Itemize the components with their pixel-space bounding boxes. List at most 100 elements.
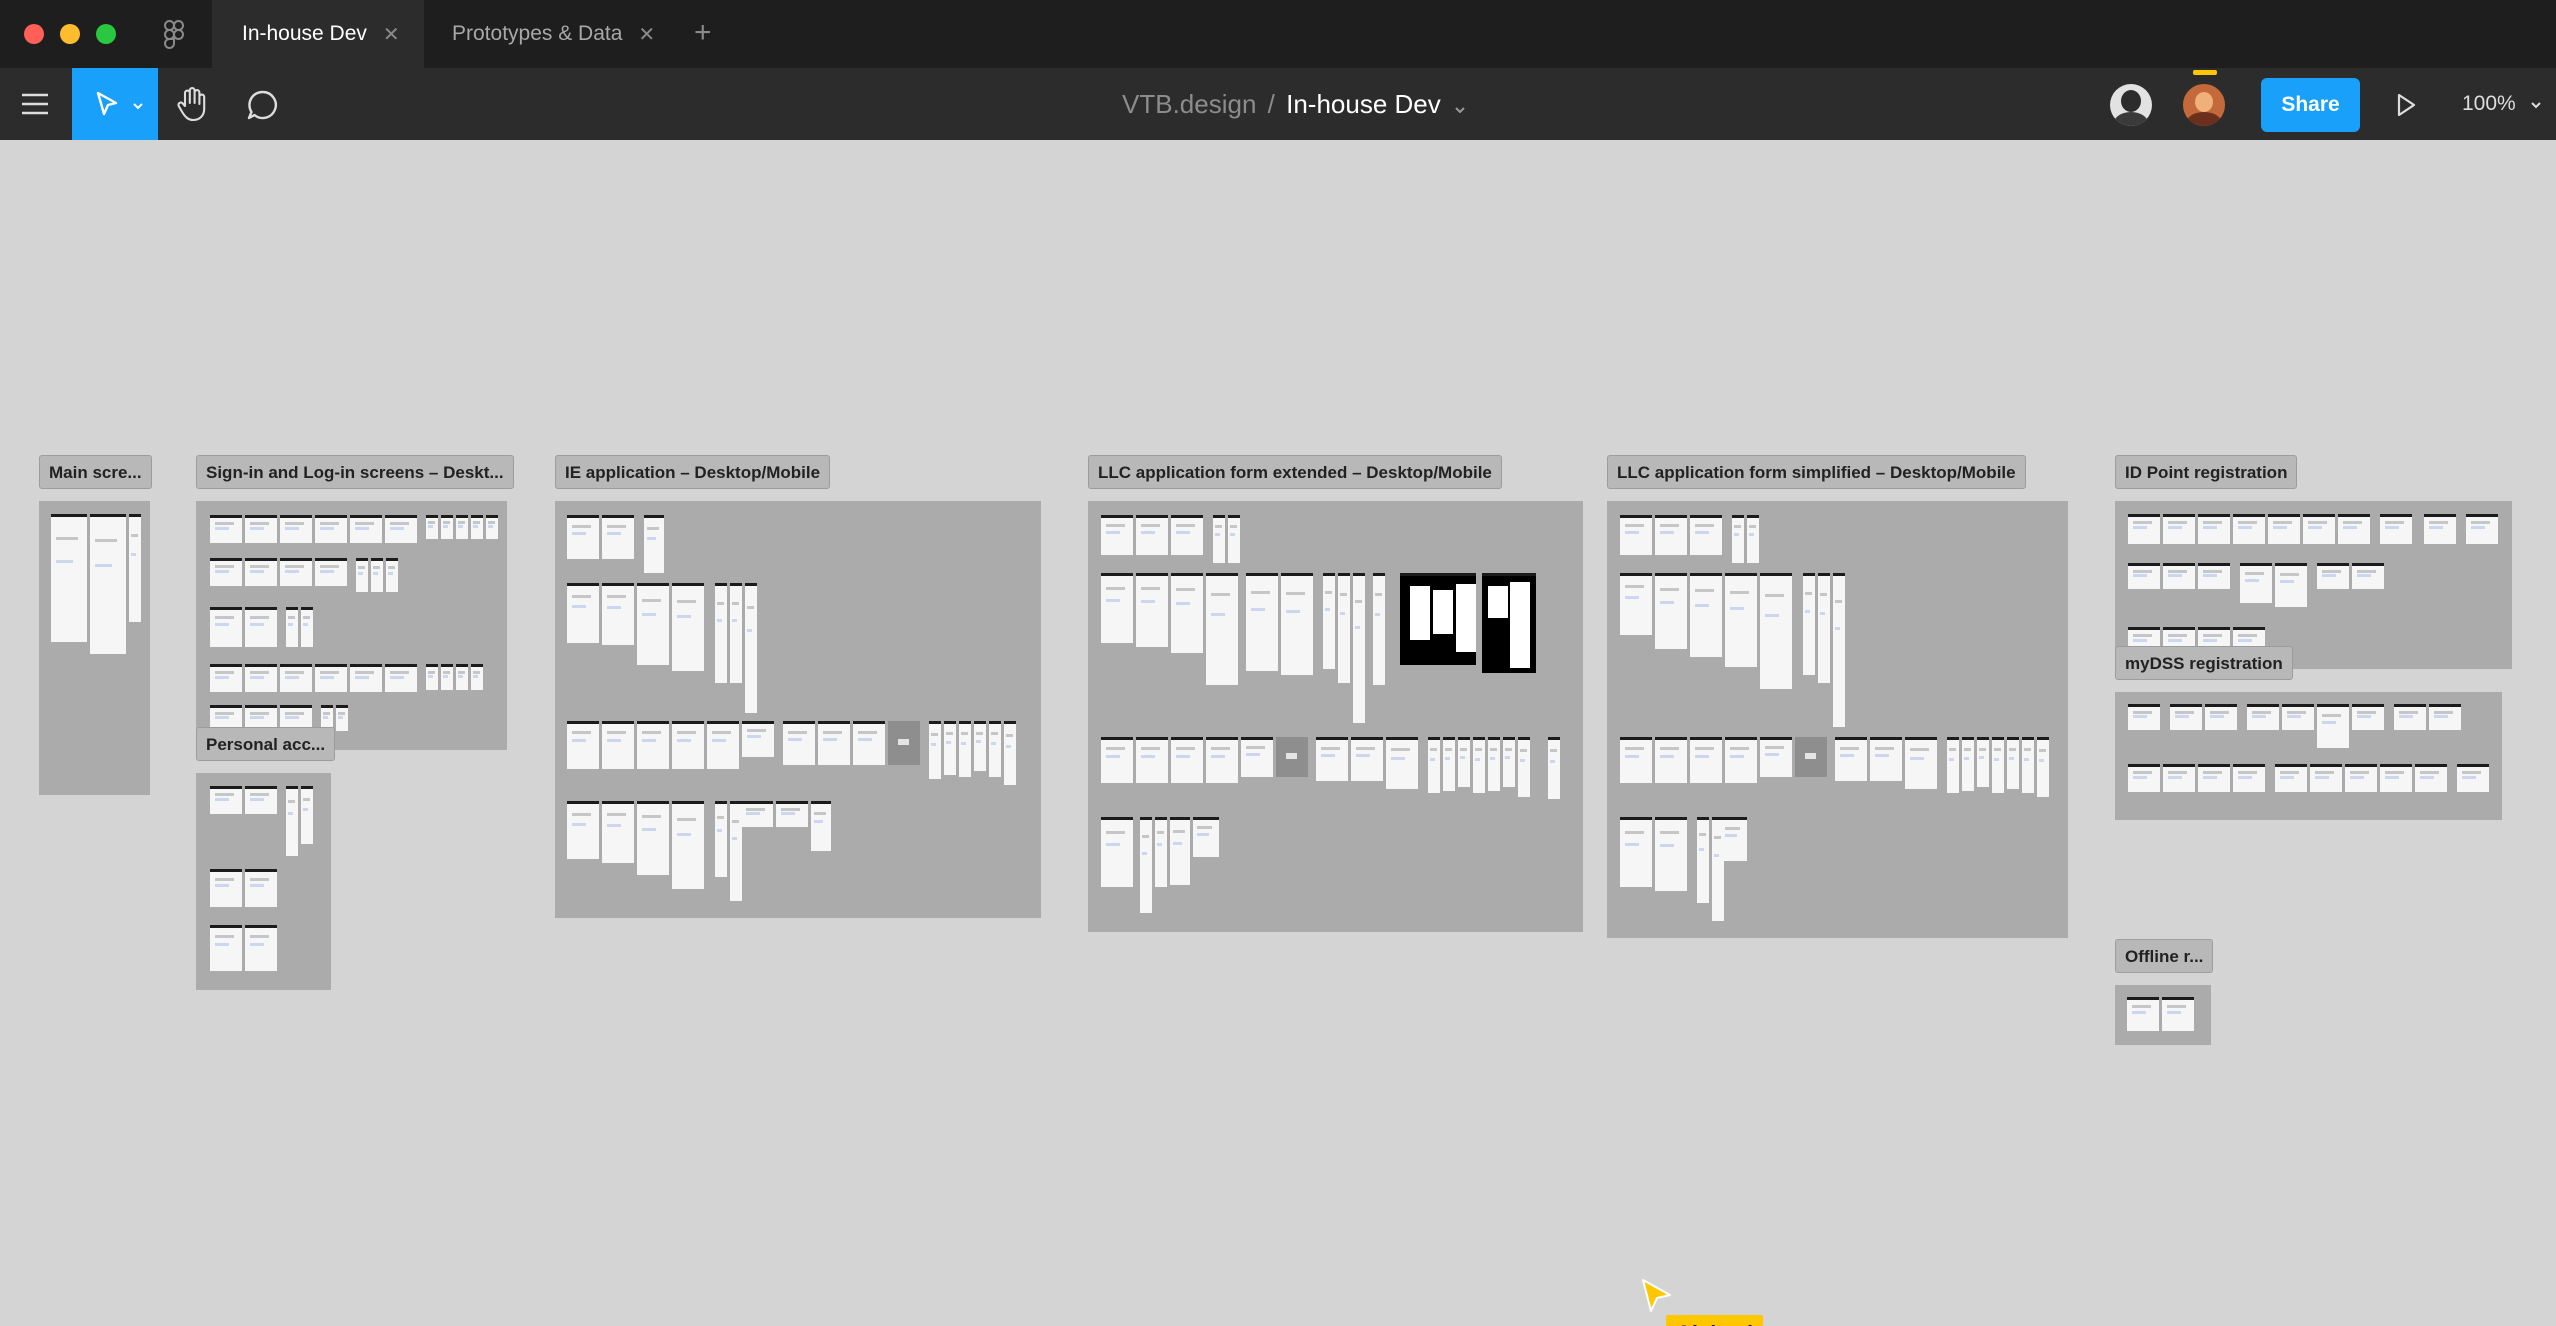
frame[interactable]	[280, 515, 312, 543]
frame[interactable]	[286, 786, 298, 856]
section-ie-application[interactable]	[555, 501, 1041, 918]
frame[interactable]	[637, 721, 669, 769]
frame[interactable]	[371, 558, 383, 592]
frame[interactable]	[853, 721, 885, 765]
frame[interactable]	[1206, 573, 1238, 685]
section-sign-in[interactable]	[196, 501, 507, 750]
frame[interactable]	[776, 801, 808, 827]
frame[interactable]	[783, 721, 815, 765]
frame[interactable]	[2380, 514, 2412, 544]
frame[interactable]	[715, 583, 727, 683]
section-llc-extended[interactable]	[1088, 501, 1583, 932]
frame[interactable]	[210, 558, 242, 586]
file-name[interactable]: In-house Dev	[1286, 89, 1441, 119]
frame[interactable]	[644, 515, 664, 573]
section-label-llc-extended[interactable]: LLC application form extended – Desktop/…	[1088, 455, 1502, 489]
frame[interactable]	[2128, 764, 2160, 792]
section-label-id-point[interactable]: ID Point registration	[2115, 455, 2298, 489]
frame[interactable]	[1338, 573, 1350, 683]
section-id-point[interactable]	[2115, 501, 2512, 669]
design-canvas[interactable]: Main scre... Sign-in and Log-in screens …	[0, 140, 2556, 1326]
frame[interactable]	[1655, 515, 1687, 555]
play-icon[interactable]	[2394, 92, 2418, 123]
frame[interactable]	[1136, 573, 1168, 647]
frame[interactable]	[637, 583, 669, 665]
share-button[interactable]: Share	[2261, 78, 2360, 132]
frame[interactable]	[811, 801, 831, 851]
frame[interactable]	[245, 558, 277, 586]
frame[interactable]	[2247, 704, 2279, 730]
frame[interactable]	[1803, 573, 1815, 675]
frame[interactable]	[1548, 737, 1560, 799]
frame[interactable]	[245, 515, 277, 543]
frame[interactable]	[1228, 515, 1240, 563]
frame[interactable]	[2352, 563, 2384, 589]
frame[interactable]	[210, 607, 242, 647]
frame[interactable]	[471, 664, 483, 690]
frame[interactable]	[2466, 514, 2498, 544]
maximize-window-button[interactable]	[96, 24, 116, 44]
frame[interactable]	[1655, 817, 1687, 891]
frame[interactable]	[1518, 737, 1530, 797]
frame[interactable]	[2394, 704, 2426, 730]
frame[interactable]	[2127, 997, 2159, 1031]
frame[interactable]	[2240, 563, 2272, 603]
frame[interactable]	[1482, 573, 1536, 673]
frame[interactable]	[1353, 573, 1365, 723]
frame[interactable]	[1400, 573, 1476, 665]
tab-in-house-dev[interactable]: In-house Dev ✕	[212, 0, 424, 68]
frame[interactable]	[1992, 737, 2004, 793]
minimize-window-button[interactable]	[60, 24, 80, 44]
frame[interactable]	[944, 721, 956, 775]
frame[interactable]	[1795, 737, 1827, 777]
frame[interactable]	[1503, 737, 1515, 787]
frame[interactable]	[2429, 704, 2461, 730]
frame[interactable]	[441, 515, 453, 539]
frame[interactable]	[1316, 737, 1348, 781]
frame[interactable]	[2022, 737, 2034, 793]
section-label-main-screen[interactable]: Main scre...	[39, 455, 152, 489]
frame[interactable]	[210, 925, 242, 971]
frame[interactable]	[2163, 764, 2195, 792]
frame[interactable]	[1140, 817, 1152, 913]
frame[interactable]	[1171, 515, 1203, 555]
frame[interactable]	[1655, 573, 1687, 649]
frame[interactable]	[2275, 764, 2307, 792]
frame[interactable]	[210, 515, 242, 543]
close-icon[interactable]: ✕	[383, 22, 400, 47]
frame[interactable]	[1818, 573, 1830, 683]
frame[interactable]	[315, 664, 347, 692]
frame[interactable]	[210, 869, 242, 907]
frame[interactable]	[745, 583, 757, 713]
team-name[interactable]: VTB.design	[1122, 89, 1256, 119]
frame[interactable]	[1760, 737, 1792, 777]
frame[interactable]	[602, 583, 634, 645]
frame[interactable]	[567, 801, 599, 859]
frame[interactable]	[2380, 764, 2412, 792]
frame[interactable]	[210, 786, 242, 814]
section-label-mydss[interactable]: myDSS registration	[2115, 646, 2293, 680]
frame[interactable]	[1458, 737, 1470, 787]
frame[interactable]	[1725, 573, 1757, 667]
frame[interactable]	[1171, 737, 1203, 783]
section-llc-simplified[interactable]	[1607, 501, 2068, 938]
frame[interactable]	[1620, 737, 1652, 783]
frame[interactable]	[1136, 737, 1168, 783]
frame[interactable]	[1697, 817, 1709, 903]
frame[interactable]	[2303, 514, 2335, 544]
figma-logo-icon[interactable]	[163, 20, 184, 55]
frame[interactable]	[929, 721, 941, 779]
frame[interactable]	[1428, 737, 1440, 793]
frame[interactable]	[301, 786, 313, 844]
frame[interactable]	[426, 515, 438, 539]
frame[interactable]	[2163, 514, 2195, 544]
frame[interactable]	[567, 515, 599, 559]
frame[interactable]	[350, 515, 382, 543]
frame[interactable]	[2424, 514, 2456, 544]
frame[interactable]	[2415, 764, 2447, 792]
frame[interactable]	[1760, 573, 1792, 689]
frame[interactable]	[2352, 704, 2384, 730]
frame[interactable]	[1690, 737, 1722, 783]
frame[interactable]	[315, 515, 347, 543]
section-personal-account[interactable]	[196, 773, 331, 990]
